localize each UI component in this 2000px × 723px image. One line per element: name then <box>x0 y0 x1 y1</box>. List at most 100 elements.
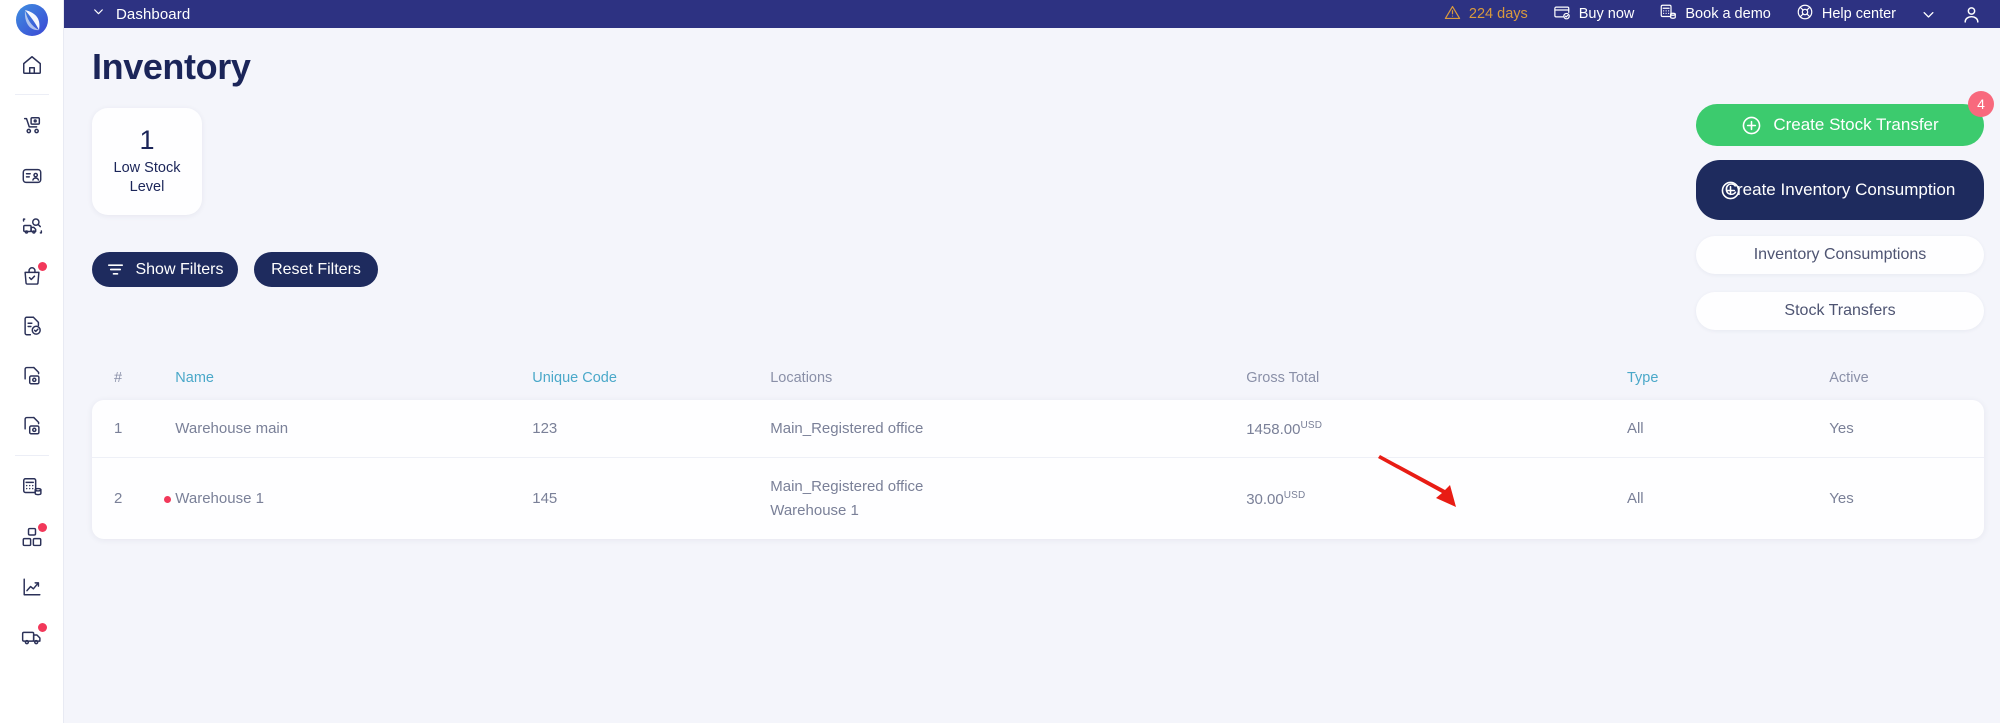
sidebar-item-accounting[interactable] <box>0 462 64 512</box>
cell-type: All <box>1626 457 1830 539</box>
column-header-number: # <box>114 370 123 386</box>
stock-transfers-button[interactable]: Stock Transfers <box>1696 292 1984 330</box>
cell-gross-total: 30.00USD <box>1246 457 1627 539</box>
inventory-consumptions-label: Inventory Consumptions <box>1753 246 1927 263</box>
low-stock-level-card[interactable]: 1 Low Stock Level <box>92 108 202 215</box>
inventory-table-body-card: 1 Warehouse main 123 Main_Registered off… <box>92 400 1984 539</box>
filter-icon <box>106 260 125 279</box>
credit-card-check-icon <box>1553 3 1571 25</box>
inventory-table: # Name Unique Code Locations Gross Total… <box>92 362 1984 539</box>
user-avatar-icon[interactable] <box>1961 4 1982 25</box>
sidebar-item-home[interactable] <box>0 40 64 90</box>
cell-unique-code: 145 <box>532 457 771 539</box>
column-header-gross-total: Gross Total <box>1246 370 1320 386</box>
inventory-consumptions-button[interactable]: Inventory Consumptions <box>1696 236 1984 274</box>
cell-gross-total: 1458.00USD <box>1246 400 1627 458</box>
book-demo-button[interactable]: Book a demo <box>1659 3 1771 25</box>
location-line: Warehouse 1 <box>770 501 859 519</box>
column-header-active: Active <box>1829 370 1869 386</box>
create-stock-transfer-button[interactable]: Create Stock Transfer <box>1696 104 1984 146</box>
low-stock-indicator-dot <box>164 495 172 503</box>
sidebar-item-contacts[interactable] <box>0 151 64 201</box>
row-index: 2 <box>114 490 123 507</box>
column-header-locations: Locations <box>770 370 833 386</box>
sidebar-nav <box>0 40 64 662</box>
file-image-icon <box>21 365 43 387</box>
sidebar-item-files-1[interactable] <box>0 351 64 401</box>
gross-amount: 1458.00 <box>1246 420 1301 438</box>
warning-triangle-icon <box>1444 4 1461 25</box>
stock-transfer-count-badge: 4 <box>1968 91 1994 117</box>
column-header-unique-code[interactable]: Unique Code <box>532 362 770 400</box>
sidebar-item-reports[interactable] <box>0 562 64 612</box>
column-header-type[interactable]: Type <box>1627 362 1829 400</box>
app-logo-icon[interactable] <box>0 0 64 40</box>
sidebar-item-files-2[interactable] <box>0 401 64 451</box>
topbar: Dashboard 224 days Buy now Book a demo H… <box>64 0 2000 28</box>
document-check-icon <box>21 315 43 337</box>
stock-transfers-label: Stock Transfers <box>1784 302 1896 319</box>
file-image-icon <box>21 415 43 437</box>
cell-active: Yes <box>1829 457 1984 539</box>
create-inventory-consumption-label: Create Inventory Consumption <box>1724 180 1956 200</box>
cell-active: Yes <box>1829 420 1854 438</box>
app-root: Dashboard 224 days Buy now Book a demo H… <box>0 0 2000 723</box>
chart-line-up-icon <box>21 576 43 598</box>
table-row[interactable]: 1 Warehouse main 123 Main_Registered off… <box>92 400 1984 458</box>
cell-type: All <box>1626 420 1644 438</box>
table-row[interactable]: 2 Warehouse 1 145 Main_Registered office… <box>92 457 1984 539</box>
lifebuoy-icon <box>1796 3 1814 25</box>
trial-days-label: 224 days <box>1468 6 1528 22</box>
calculator-database-icon <box>1659 3 1677 25</box>
topbar-right: 224 days Buy now Book a demo Help center <box>1444 3 2000 25</box>
book-demo-label: Book a demo <box>1685 6 1771 22</box>
show-filters-button[interactable]: Show Filters <box>92 252 238 287</box>
row-index: 1 <box>114 420 123 438</box>
plus-circle-icon <box>1720 180 1741 201</box>
reset-filters-button[interactable]: Reset Filters <box>254 252 378 287</box>
chevron-down-icon[interactable] <box>92 5 105 23</box>
main-area: Dashboard 224 days Buy now Book a demo H… <box>64 0 2000 723</box>
location-line: Main_Registered office <box>770 478 924 496</box>
cell-name: Warehouse main <box>175 420 289 438</box>
sidebar-item-fleet[interactable] <box>0 612 64 662</box>
sidebar-item-inventory[interactable] <box>0 512 64 562</box>
sidebar-divider <box>14 94 49 95</box>
notification-dot-badge <box>37 262 47 271</box>
column-header-name[interactable]: Name <box>175 362 532 400</box>
table-header-row: # Name Unique Code Locations Gross Total… <box>92 362 1984 400</box>
cell-locations: Main_Registered office Warehouse 1 <box>770 457 1247 539</box>
low-stock-value: 1 <box>139 125 155 156</box>
sidebar-divider <box>14 455 49 456</box>
gross-currency: USD <box>1300 419 1323 431</box>
notification-dot-badge <box>37 523 47 532</box>
sidebar-item-tracking[interactable] <box>0 201 64 251</box>
show-filters-label: Show Filters <box>135 260 224 278</box>
create-stock-transfer-label: Create Stock Transfer <box>1773 115 1939 134</box>
calculator-database-icon <box>21 476 43 498</box>
sidebar-item-orders[interactable] <box>0 251 64 301</box>
sidebar-item-documents[interactable] <box>0 301 64 351</box>
buy-now-button[interactable]: Buy now <box>1553 3 1635 25</box>
create-inventory-consumption-button[interactable]: Create Inventory Consumption <box>1696 160 1984 220</box>
buy-now-label: Buy now <box>1578 6 1635 22</box>
help-center-label: Help center <box>1821 6 1896 22</box>
low-stock-label: Low Stock Level <box>113 159 181 195</box>
chevron-down-icon[interactable] <box>1921 7 1936 22</box>
trial-days-indicator[interactable]: 224 days <box>1444 4 1528 25</box>
gross-amount: 30.00 <box>1246 490 1284 508</box>
help-center-button[interactable]: Help center <box>1796 3 1896 25</box>
inventory-table-header: # Name Unique Code Locations Gross Total… <box>92 362 1984 400</box>
truck-search-icon <box>21 215 43 237</box>
cell-locations: Main_Registered office <box>770 400 1246 458</box>
cell-unique-code: 123 <box>532 420 558 438</box>
sidebar <box>0 0 64 723</box>
home-icon <box>21 54 43 76</box>
sidebar-item-shipments[interactable] <box>0 101 64 151</box>
notification-dot-badge <box>37 623 47 632</box>
reset-filters-label: Reset Filters <box>271 260 361 278</box>
contact-card-icon <box>21 165 43 187</box>
plus-circle-icon <box>1741 115 1762 136</box>
topbar-left: Dashboard <box>64 5 190 23</box>
breadcrumb-dashboard[interactable]: Dashboard <box>116 6 190 23</box>
